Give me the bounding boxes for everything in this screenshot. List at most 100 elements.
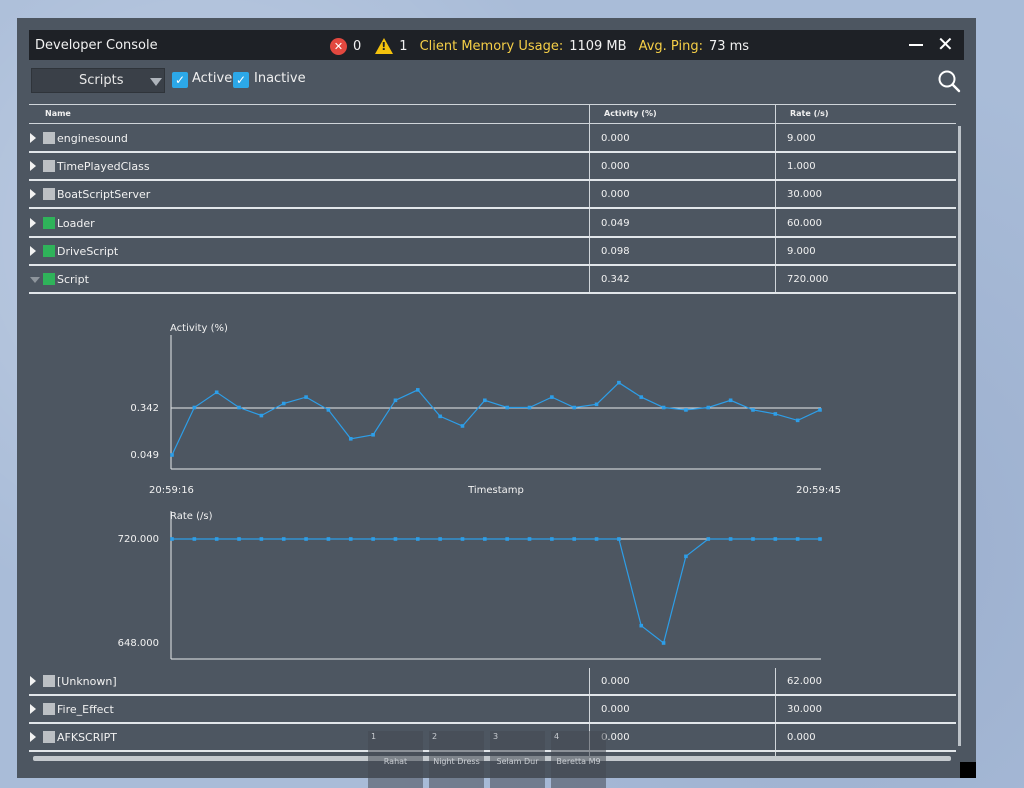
script-rate: 62.000	[787, 676, 822, 687]
table-row[interactable]: Loader 0.049 60.000	[29, 210, 956, 238]
script-activity: 0.000	[601, 704, 630, 715]
data-point	[170, 537, 174, 541]
script-activity: 0.342	[601, 274, 630, 285]
data-point	[415, 388, 420, 392]
chart-title: Rate (/s)	[170, 511, 213, 522]
chevron-right-icon[interactable]	[30, 161, 36, 172]
data-point	[259, 413, 264, 418]
close-icon[interactable]: ✕	[937, 34, 954, 54]
script-rate: 1.000	[787, 161, 816, 173]
hotbar-slot-label: Beretta M9	[556, 757, 601, 766]
script-status-indicator	[43, 188, 55, 201]
chevron-right-icon[interactable]	[30, 732, 36, 742]
hotbar-slot-label: Night Dress	[433, 757, 480, 766]
data-point	[192, 537, 197, 541]
warning-icon: !	[375, 38, 394, 54]
data-point	[795, 418, 800, 423]
script-status-indicator	[43, 273, 55, 285]
resize-corner[interactable]	[960, 762, 976, 778]
data-point	[818, 537, 822, 541]
x-start-label: 20:59:16	[149, 485, 194, 496]
script-name: enginesound	[57, 132, 128, 145]
data-point	[304, 537, 308, 541]
script-status-indicator	[43, 675, 55, 687]
data-point	[371, 537, 375, 541]
data-point	[371, 432, 375, 437]
script-status-indicator	[43, 216, 55, 229]
script-rate: 30.000	[787, 704, 822, 715]
column-header-rate[interactable]: Rate (/s)	[790, 109, 829, 118]
table-row[interactable]: DriveScript 0.098 9.000	[29, 238, 956, 266]
data-point	[460, 424, 465, 428]
script-activity: 0.000	[601, 161, 630, 173]
data-point	[415, 537, 420, 541]
script-status-indicator	[43, 244, 55, 257]
table-row[interactable]: Script 0.342 720.000	[29, 266, 956, 294]
inactive-checkbox[interactable]: ✓	[233, 72, 249, 88]
view-dropdown[interactable]: Scripts	[31, 68, 165, 93]
script-status-indicator	[43, 703, 55, 715]
data-point	[639, 623, 644, 628]
table-row[interactable]: [Unknown] 0.000 62.000	[29, 668, 956, 696]
column-header-activity[interactable]: Activity (%)	[604, 109, 657, 118]
chevron-right-icon[interactable]	[30, 676, 36, 686]
developer-console-window: Developer Console ✕ 0 ! 1 Client Memory …	[17, 18, 976, 778]
data-point	[438, 537, 442, 541]
series-line	[171, 381, 821, 456]
hotbar-slot[interactable]: 4 Beretta M9	[551, 731, 606, 788]
chevron-right-icon[interactable]	[30, 245, 36, 256]
minimize-icon[interactable]	[909, 44, 923, 46]
chevron-right-icon[interactable]	[30, 217, 36, 228]
table-row[interactable]: enginesound 0.000 9.000	[29, 125, 956, 153]
table-row[interactable]: BoatScriptServer 0.000 30.000	[29, 181, 956, 210]
data-point	[214, 390, 219, 395]
active-checkbox[interactable]: ✓	[172, 72, 188, 88]
data-point	[505, 405, 509, 410]
data-point	[751, 537, 755, 541]
data-point	[438, 414, 442, 419]
hotbar-slot[interactable]: 3 Selam Dur	[490, 731, 545, 788]
data-point	[773, 537, 778, 541]
chevron-right-icon[interactable]	[30, 189, 36, 200]
chevron-down-icon[interactable]	[30, 277, 40, 283]
script-rate: 9.000	[787, 133, 816, 144]
data-point	[773, 412, 778, 416]
search-icon[interactable]	[937, 69, 961, 93]
data-point	[393, 398, 398, 403]
memory-label: Client Memory Usage:	[419, 38, 564, 54]
table-row[interactable]: Fire_Effect 0.000 30.000	[29, 696, 956, 724]
column-header-name[interactable]: Name	[45, 109, 71, 118]
data-point	[326, 537, 331, 541]
warning-count: 1	[399, 38, 408, 54]
data-point	[326, 408, 331, 412]
ping-label: Avg. Ping:	[638, 38, 703, 54]
table-row[interactable]: TimePlayedClass 0.000 1.000	[29, 153, 956, 182]
script-name: TimePlayedClass	[57, 160, 150, 174]
view-dropdown-value: Scripts	[79, 73, 124, 88]
data-point	[751, 408, 755, 412]
vertical-scrollbar[interactable]	[958, 126, 961, 746]
data-point	[237, 537, 241, 541]
hotbar-slot-number: 2	[432, 732, 438, 741]
data-point	[661, 405, 666, 410]
script-activity: 0.000	[601, 676, 630, 687]
data-point	[728, 398, 733, 403]
hotbar-slot[interactable]: 2 Night Dress	[429, 731, 484, 788]
active-checkbox-label: Active	[192, 71, 233, 86]
data-point	[527, 405, 532, 410]
data-point	[281, 401, 286, 406]
chevron-right-icon[interactable]	[30, 133, 36, 143]
x-end-label: 20:59:45	[796, 485, 841, 496]
data-point	[259, 537, 264, 541]
memory-value: 1109 MB	[569, 38, 627, 54]
script-name: Loader	[57, 216, 95, 230]
data-point	[706, 405, 711, 410]
data-point	[192, 405, 197, 410]
data-point	[661, 641, 666, 645]
script-name: AFKSCRIPT	[57, 731, 117, 744]
data-point	[237, 405, 241, 410]
script-status-indicator	[43, 132, 55, 144]
hotbar-slot[interactable]: 1 Rahat	[368, 731, 423, 788]
chevron-right-icon[interactable]	[30, 704, 36, 714]
title-bar[interactable]: Developer Console ✕ 0 ! 1 Client Memory …	[29, 30, 964, 60]
